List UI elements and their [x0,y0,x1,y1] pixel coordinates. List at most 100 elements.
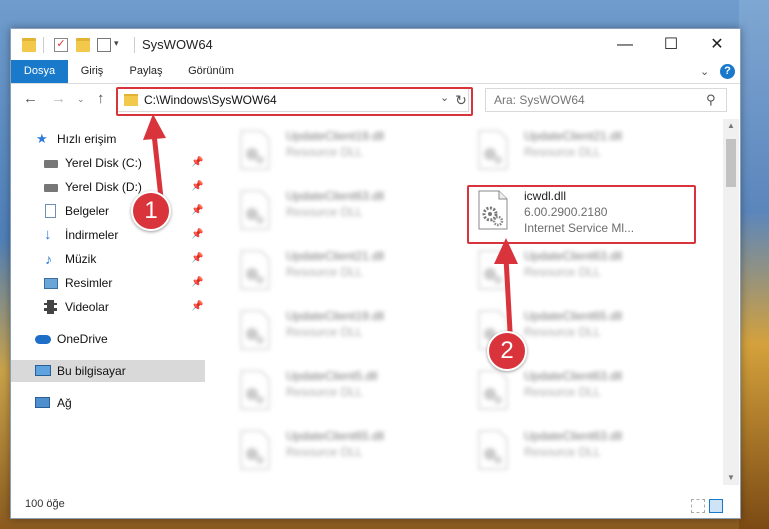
sidebar-item-label: Ağ [57,396,72,410]
sidebar-item-label: Bu bilgisayar [57,364,126,378]
vertical-scrollbar[interactable]: ▲ ▼ [723,119,739,485]
pin-icon[interactable]: 📌 [191,152,203,174]
file-type: Resource DLL [286,325,363,339]
tab-file[interactable]: Dosya [11,60,68,83]
quick-access-toolbar-icon[interactable] [97,38,111,52]
sidebar-item-label: Yerel Disk (C:) [65,156,142,170]
pin-icon[interactable]: 📌 [191,272,203,294]
tab-home[interactable]: Giriş [71,60,113,83]
sidebar-item-onedrive[interactable]: OneDrive [11,328,205,350]
file-name: UpdateClient65.dll [286,429,385,443]
recent-locations-chevron-icon[interactable]: ⌄ [77,94,85,105]
sidebar-item-network[interactable]: Ağ [11,392,205,414]
scroll-down-icon[interactable]: ▼ [727,473,735,482]
desktop-background [739,0,769,529]
file-item[interactable]: UpdateClient63.dll Resource DLL [464,427,694,477]
document-icon [45,204,56,218]
item-count: 100 öğe [25,498,65,510]
scroll-up-icon[interactable]: ▲ [727,121,735,130]
sidebar-item-label: Resimler [65,276,113,290]
arrow-to-dll-file [494,238,518,334]
dll-file-icon [240,250,270,290]
network-icon [35,397,50,408]
file-explorer-window: ✓ ▾ SysWOW64 — ☐ ✕ Dosya Giriş Paylaş Gö… [10,28,741,519]
large-icons-view-icon[interactable] [709,499,723,513]
pin-icon[interactable]: 📌 [191,296,203,318]
sidebar-item-label: İndirmeler [65,228,119,242]
expand-ribbon-chevron-icon[interactable]: ⌄ [700,65,709,78]
divider [134,37,135,53]
pin-icon[interactable]: 📌 [191,224,203,246]
file-name: UpdateClient63.dll [524,249,623,263]
dll-file-icon [240,190,270,230]
tab-share[interactable]: Paylaş [121,60,171,83]
file-name: UpdateClient19.dll [286,129,385,143]
file-type: Resource DLL [286,145,363,159]
dll-file-icon [478,370,508,410]
file-type: Resource DLL [286,385,363,399]
film-strip-icon [44,300,57,314]
download-arrow-icon: ↓ [44,226,52,243]
file-type: Resource DLL [524,325,601,339]
up-arrow-icon[interactable]: ↑ [97,90,105,107]
new-folder-icon[interactable] [76,38,90,52]
file-item[interactable]: UpdateClient5.dll Resource DLL [226,367,456,417]
close-button[interactable]: ✕ [694,29,740,60]
dll-file-icon [478,130,508,170]
sidebar-item-label: Videolar [65,300,109,314]
step-badge-2: 2 [487,331,527,371]
cloud-icon [35,335,51,344]
file-type: Resource DLL [524,445,601,459]
search-box[interactable]: ⚲ [485,88,727,112]
dll-file-icon [240,130,270,170]
scrollbar-thumb[interactable] [726,139,736,187]
file-type: Resource DLL [286,205,363,219]
file-item[interactable]: UpdateClient19.dll Resource DLL [226,307,456,357]
pin-icon[interactable]: 📌 [191,200,203,222]
help-icon[interactable]: ? [720,64,735,79]
file-name: UpdateClient21.dll [286,249,385,263]
title-bar: ✓ ▾ SysWOW64 — ☐ ✕ [11,29,740,60]
file-item[interactable]: UpdateClient63.dll Resource DLL [226,187,456,237]
properties-check-icon[interactable]: ✓ [54,38,68,52]
search-input[interactable] [492,92,696,108]
file-item[interactable]: UpdateClient19.dll Resource DLL [226,127,456,177]
sidebar-item-label: Yerel Disk (D:) [65,180,142,194]
toolbar-dropdown-icon[interactable]: ▾ [114,38,119,49]
file-item[interactable]: UpdateClient65.dll Resource DLL [226,427,456,477]
maximize-button[interactable]: ☐ [648,29,694,60]
status-bar: 100 öğe [11,495,740,517]
file-name: UpdateClient19.dll [286,309,385,323]
search-icon[interactable]: ⚲ [706,92,716,108]
pin-icon[interactable]: 📌 [191,248,203,270]
music-note-icon: ♪ [45,251,52,267]
sidebar-item-music[interactable]: ♪ Müzik 📌 [11,248,205,270]
sidebar-item-label: Müzik [65,252,97,266]
pin-icon[interactable]: 📌 [191,176,203,198]
file-type: Resource DLL [524,385,601,399]
minimize-button[interactable]: — [602,29,648,60]
file-list: UpdateClient19.dll Resource DLL UpdateCl… [216,119,722,485]
dll-file-icon [240,370,270,410]
picture-icon [44,278,58,289]
forward-arrow-icon[interactable]: → [51,90,66,107]
computer-monitor-icon [35,365,51,376]
sidebar-item-this-pc[interactable]: Bu bilgisayar [11,360,205,382]
details-view-icon[interactable] [691,499,705,513]
tab-view[interactable]: Görünüm [181,60,241,83]
sidebar-item-downloads[interactable]: ↓ İndirmeler 📌 [11,224,205,246]
back-arrow-icon[interactable]: ← [23,90,38,107]
file-name: UpdateClient63.dll [286,189,385,203]
file-type: Resource DLL [286,445,363,459]
sidebar-item-videos[interactable]: Videolar 📌 [11,296,205,318]
dll-file-icon [478,430,508,470]
file-item[interactable]: UpdateClient63.dll Resource DLL [464,367,694,417]
file-type: Resource DLL [524,265,601,279]
file-item[interactable]: UpdateClient21.dll Resource DLL [464,127,694,177]
sidebar-item-pictures[interactable]: Resimler 📌 [11,272,205,294]
file-type: Resource DLL [286,265,363,279]
drive-icon [44,184,58,192]
file-name: UpdateClient21.dll [524,129,623,143]
window-title: SysWOW64 [142,37,213,52]
file-item[interactable]: UpdateClient21.dll Resource DLL [226,247,456,297]
